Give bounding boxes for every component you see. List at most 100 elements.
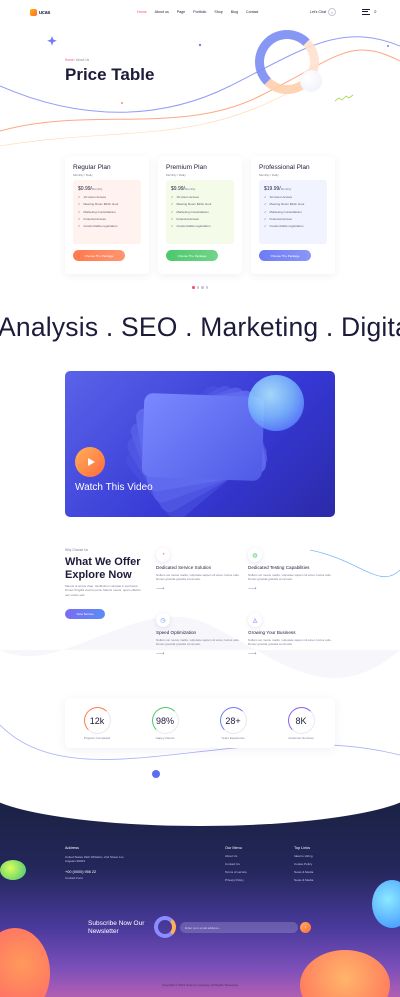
subscribe-send-icon[interactable]: › bbox=[300, 922, 311, 933]
plan-feature: ✓ Marketing Consultations bbox=[264, 210, 322, 214]
footer-blob-decoration bbox=[372, 880, 400, 928]
plan-feature-text: Customizable registration bbox=[176, 223, 211, 228]
stat-label: Projects Completed bbox=[83, 736, 111, 740]
nav-item-home[interactable]: Home bbox=[137, 10, 147, 14]
footer-menu-heading: Our Menu bbox=[225, 846, 242, 850]
video-orb-decoration bbox=[248, 375, 304, 431]
footer-menu-link[interactable]: About Us bbox=[225, 854, 247, 858]
stat-value: 28+ bbox=[219, 707, 247, 734]
plan-features-box: $0.99/Monthly ✓ 10 Hours Access ✓ Meeting Ro… bbox=[73, 180, 141, 244]
footer-links: Top Links Ideal to Hiring Cookie Policy Ne… bbox=[294, 846, 313, 882]
plan-feature: ✓ Meeting Room $2/Hr Hour bbox=[78, 202, 136, 206]
footer-links-heading: Top Links bbox=[294, 846, 311, 850]
choose-package-button[interactable]: Choose The Package bbox=[73, 250, 125, 261]
logo-mark-icon bbox=[30, 9, 37, 16]
plan-card: Regular Plan Monthly / Daily $0.99/Monthly… bbox=[65, 156, 149, 274]
carousel-dot[interactable] bbox=[196, 286, 199, 289]
nav-item-portfolio[interactable]: Portfolio bbox=[193, 10, 206, 14]
arrow-right-icon[interactable]: ⟶ bbox=[248, 585, 332, 592]
carousel-dot[interactable] bbox=[192, 286, 195, 289]
stats-panel: 12k Projects Completed 98% Happy Clients 28+… bbox=[65, 698, 335, 748]
plan-feature: ✓ Customizable registration bbox=[264, 224, 322, 228]
breadcrumb-home[interactable]: Home bbox=[65, 58, 74, 62]
stat-value: 98% bbox=[151, 707, 179, 734]
pricing-section: Regular Plan Monthly / Daily $0.99/Monthly… bbox=[0, 156, 400, 296]
newsletter-email-input[interactable]: Enter your email address... bbox=[180, 922, 298, 933]
plan-feature-text: Financial Access bbox=[269, 216, 292, 221]
stat-item: 28+ Years Experience bbox=[218, 707, 248, 740]
check-icon: ✓ bbox=[78, 202, 81, 207]
nav-item-blog[interactable]: Blog bbox=[231, 10, 238, 14]
check-icon: ✓ bbox=[78, 223, 81, 228]
nav-item-contact[interactable]: Contact bbox=[246, 10, 258, 14]
check-icon: ✓ bbox=[264, 202, 267, 207]
arrow-right-icon[interactable]: ⟶ bbox=[156, 650, 240, 657]
stat-item: 98% Happy Clients bbox=[150, 707, 180, 740]
footer-top-link[interactable]: News & Media bbox=[294, 870, 313, 874]
nav-item-shop[interactable]: Shop bbox=[214, 10, 222, 14]
plan-feature: ✓ Meeting Room $2/Hr Hour bbox=[171, 202, 229, 206]
plan-period: Monthly / Daily bbox=[166, 173, 186, 177]
plan-feature-text: Marketing Consultations bbox=[176, 209, 209, 214]
chat-link[interactable]: Let's Chat › bbox=[310, 8, 337, 16]
video-label: Watch This Video bbox=[75, 482, 153, 493]
choose-package-button[interactable]: Choose The Package bbox=[166, 250, 218, 261]
footer-contact-link[interactable]: Contact Form bbox=[65, 876, 135, 880]
service-item[interactable]: ◍ Dedicated Testing Capabilities Nullam ve… bbox=[248, 548, 332, 592]
menu-icon[interactable] bbox=[362, 9, 370, 15]
section-tag: Why Choose Us bbox=[65, 548, 89, 552]
footer-top-link[interactable]: Ideal to Hiring bbox=[294, 854, 313, 858]
plan-name: Professional Plan bbox=[259, 164, 310, 171]
nav-item-about-us[interactable]: About us bbox=[155, 10, 169, 14]
service-item[interactable]: ◔ Dedicated Service Solution Nullam vel me… bbox=[156, 548, 240, 592]
plan-period: Monthly / Daily bbox=[259, 173, 279, 177]
choose-package-button[interactable]: Choose The Package bbox=[259, 250, 311, 261]
stat-value: 8K bbox=[287, 707, 315, 734]
logo[interactable]: ucas bbox=[30, 9, 50, 16]
subscribe-heading: Subscribe Now Our Newsletter bbox=[88, 920, 145, 935]
plan-feature-text: Marketing Consultations bbox=[269, 209, 302, 214]
footer-menu-link[interactable]: Privacy Policy bbox=[225, 878, 247, 882]
plan-price-unit: Monthly bbox=[91, 187, 103, 191]
carousel-dot[interactable] bbox=[201, 286, 204, 289]
arrow-right-icon[interactable]: ⟶ bbox=[248, 650, 332, 657]
check-icon: ✓ bbox=[264, 209, 267, 214]
speed-icon: ◷ bbox=[156, 613, 170, 627]
arrow-right-icon[interactable]: ⟶ bbox=[156, 585, 240, 592]
play-button[interactable] bbox=[75, 447, 105, 477]
footer-menu-link[interactable]: Contact Us bbox=[225, 862, 247, 866]
footer-menu: Our Menu About Us Contact Us Terms of serv… bbox=[225, 846, 247, 882]
service-title: Speed Optimization bbox=[156, 630, 197, 635]
plan-feature-text: Meeting Room $2/Hr Hour bbox=[176, 202, 212, 207]
service-item[interactable]: ◷ Speed Optimization Nullam vel metus matt… bbox=[156, 613, 240, 657]
view-service-button[interactable]: View Service bbox=[65, 609, 105, 619]
check-icon: ✓ bbox=[171, 216, 174, 221]
footer-top-link[interactable]: Cookie Policy bbox=[294, 862, 313, 866]
chat-label: Let's Chat bbox=[310, 10, 327, 14]
footer-phone[interactable]: +00 (0000) 956 22 bbox=[65, 870, 135, 874]
site-footer: Address United States Web Whitefox, 2nd … bbox=[0, 800, 400, 997]
plan-feature-text: Financial Access bbox=[83, 216, 106, 221]
footer-top-link[interactable]: News & Media bbox=[294, 878, 313, 882]
plan-feature-text: 10 Hours Access bbox=[83, 195, 107, 200]
plan-feature-text: Meeting Room $2/Hr Hour bbox=[269, 202, 305, 207]
plan-feature-text: Customizable registration bbox=[83, 223, 118, 228]
carousel-dot[interactable] bbox=[205, 286, 208, 289]
service-item[interactable]: ◬ Growing Your Business Nullam vel metus m… bbox=[248, 613, 332, 657]
nav-item-page[interactable]: Page bbox=[177, 10, 185, 14]
test-icon: ◍ bbox=[248, 548, 262, 562]
logo-text: ucas bbox=[39, 9, 51, 16]
plan-feature-text: Financial Access bbox=[176, 216, 199, 221]
plan-cards: Regular Plan Monthly / Daily $0.99/Monthly… bbox=[65, 156, 335, 276]
check-icon: ✓ bbox=[171, 209, 174, 214]
footer-menu-link[interactable]: Terms of service bbox=[225, 870, 247, 874]
video-banner[interactable]: Watch This Video bbox=[65, 371, 335, 517]
plan-card: Premium Plan Monthly / Daily $9.99/Monthly… bbox=[158, 156, 242, 274]
plan-price-value: $19.99/ bbox=[264, 186, 281, 192]
check-icon: ✓ bbox=[78, 209, 81, 214]
hero-orb-decoration bbox=[300, 70, 322, 92]
search-icon[interactable]: ⌕ bbox=[374, 9, 377, 15]
breadcrumb-current: About Us bbox=[76, 58, 90, 62]
check-icon: ✓ bbox=[264, 223, 267, 228]
plan-price-value: $0.99/ bbox=[78, 186, 92, 192]
